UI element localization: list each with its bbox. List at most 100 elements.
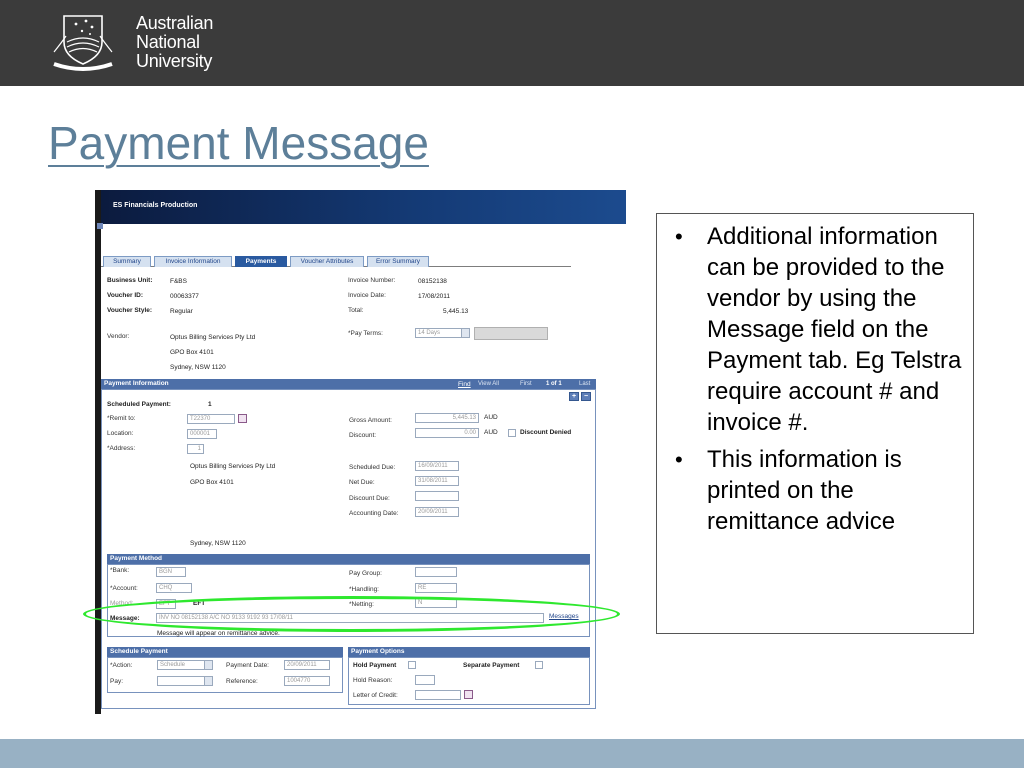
hold-reason-field[interactable] (415, 675, 435, 685)
tab-voucher-attributes[interactable]: Voucher Attributes (290, 256, 364, 267)
total-value: 5,445.13 (443, 308, 469, 315)
scheduled-due-field[interactable]: 16/09/2011 (415, 461, 459, 471)
pay-terms-button[interactable] (474, 327, 548, 340)
menu-toggle-icon[interactable] (97, 223, 103, 229)
account-label: *Account: (110, 585, 138, 592)
action-select[interactable]: Schedule (157, 660, 213, 670)
logo-line-2: National (136, 32, 200, 52)
remit-to-field[interactable]: T22370 (187, 414, 235, 424)
app-header: ES Financials Production (95, 190, 626, 224)
note-item: This information is printed on the remit… (671, 444, 963, 537)
pay-terms-value: 14 Days (418, 330, 441, 336)
address-line-3: Sydney, NSW 1120 (190, 540, 246, 547)
logo-line-1: Australian (136, 13, 214, 33)
tab-error-summary[interactable]: Error Summary (367, 256, 429, 267)
net-due-field[interactable]: 31/08/2011 (415, 476, 459, 486)
chevron-down-icon (461, 329, 469, 337)
accounting-date-field[interactable]: 20/09/2011 (415, 507, 459, 517)
schedule-payment-header: Schedule Payment (107, 647, 343, 657)
vendor-city: Sydney, NSW 1120 (170, 364, 226, 371)
pay-label: Pay: (110, 678, 124, 685)
invoice-number-label: Invoice Number: (348, 277, 396, 284)
voucher-id-value: 00063377 (170, 293, 199, 300)
vendor-name: Optus Billing Services Pty Ltd (170, 334, 256, 341)
invoice-date-label: Invoice Date: (348, 292, 386, 299)
scheduled-payment-label: Scheduled Payment: (107, 401, 171, 408)
message-highlight-ellipse (83, 596, 620, 632)
university-name: Australian National University (136, 14, 213, 71)
pay-terms-label: *Pay Terms: (348, 330, 383, 337)
gross-amount-currency: AUD (484, 414, 498, 421)
delete-row-icon[interactable]: − (581, 392, 591, 401)
payment-method-header: Payment Method (107, 554, 590, 564)
tab-invoice-information[interactable]: Invoice Information (154, 256, 232, 267)
discount-denied-label: Discount Denied (520, 429, 572, 436)
location-field[interactable]: 000001 (187, 429, 217, 439)
payment-date-field[interactable]: 20/09/2011 (284, 660, 330, 670)
message-note: Message will appear on remittance advice… (157, 630, 280, 637)
tab-summary[interactable]: Summary (103, 256, 151, 267)
discount-due-label: Discount Due: (349, 495, 390, 502)
lookup-icon[interactable] (238, 414, 247, 423)
discount-label: Discount: (349, 432, 377, 439)
view-all-link[interactable]: View All (478, 381, 499, 387)
hold-reason-label: Hold Reason: (353, 677, 393, 684)
chevron-down-icon (204, 677, 212, 685)
scheduled-due-label: Scheduled Due: (349, 464, 396, 471)
action-value: Schedule (160, 662, 186, 668)
voucher-style-label: Voucher Style: (107, 307, 153, 314)
address-label: *Address: (107, 445, 136, 452)
top-banner: Australian National University (0, 0, 1024, 86)
discount-denied-checkbox[interactable] (508, 429, 516, 437)
add-row-icon[interactable]: + (569, 392, 579, 401)
address-line-1: Optus Billing Services Pty Ltd (190, 463, 276, 470)
net-due-label: Net Due: (349, 479, 375, 486)
action-label: *Action: (110, 662, 133, 669)
discount-field[interactable]: 0.00 (415, 428, 479, 438)
business-unit-label: Business Unit: (107, 277, 153, 284)
anu-crest-icon (53, 15, 113, 71)
discount-due-field[interactable] (415, 491, 459, 501)
vendor-label: Vendor: (107, 333, 130, 340)
notes-box: Additional information can be provided t… (656, 213, 974, 634)
gross-amount-label: Gross Amount: (349, 417, 392, 424)
find-link[interactable]: Find (458, 381, 471, 388)
tab-bar: Summary Invoice Information Payments Vou… (101, 255, 571, 267)
scheduled-payment-value: 1 (208, 401, 212, 408)
account-field[interactable]: CHQ (156, 583, 192, 593)
handling-field[interactable]: RE (415, 583, 457, 593)
invoice-date-value: 17/08/2011 (418, 293, 451, 300)
discount-currency: AUD (484, 429, 498, 436)
pay-group-label: Pay Group: (349, 570, 382, 577)
bank-label: *Bank: (110, 567, 130, 574)
bank-field[interactable]: BGN (156, 567, 186, 577)
separate-payment-checkbox[interactable] (535, 661, 543, 669)
reference-field[interactable]: 1004770 (284, 676, 330, 686)
separate-payment-label: Separate Payment (463, 662, 520, 669)
first-link[interactable]: First (520, 381, 532, 387)
accounting-date-label: Accounting Date: (349, 510, 399, 517)
anu-logo: Australian National University (52, 12, 232, 74)
handling-label: *Handling: (349, 586, 379, 593)
lookup-icon[interactable] (464, 690, 473, 699)
tab-payments[interactable]: Payments (235, 256, 287, 267)
address-line-2: GPO Box 4101 (190, 479, 234, 486)
peoplesoft-screenshot: ES Financials Production Summary Invoice… (95, 190, 626, 714)
pay-terms-select[interactable]: 14 Days (415, 328, 470, 338)
letter-of-credit-field[interactable] (415, 690, 461, 700)
pay-group-field[interactable] (415, 567, 457, 577)
last-link[interactable]: Last (579, 381, 590, 387)
app-title: ES Financials Production (113, 202, 198, 209)
remit-to-label: *Remit to: (107, 415, 136, 422)
pay-select[interactable] (157, 676, 213, 686)
footer-bar (0, 739, 1024, 768)
payment-options-header: Payment Options (348, 647, 590, 657)
vendor-address: GPO Box 4101 (170, 349, 214, 356)
chevron-down-icon (204, 661, 212, 669)
row-count: 1 of 1 (546, 381, 562, 387)
note-item: Additional information can be provided t… (671, 221, 963, 438)
hold-payment-checkbox[interactable] (408, 661, 416, 669)
address-field[interactable]: 1 (187, 444, 204, 454)
gross-amount-field[interactable]: 5,445.13 (415, 413, 479, 423)
logo-line-3: University (136, 51, 213, 71)
